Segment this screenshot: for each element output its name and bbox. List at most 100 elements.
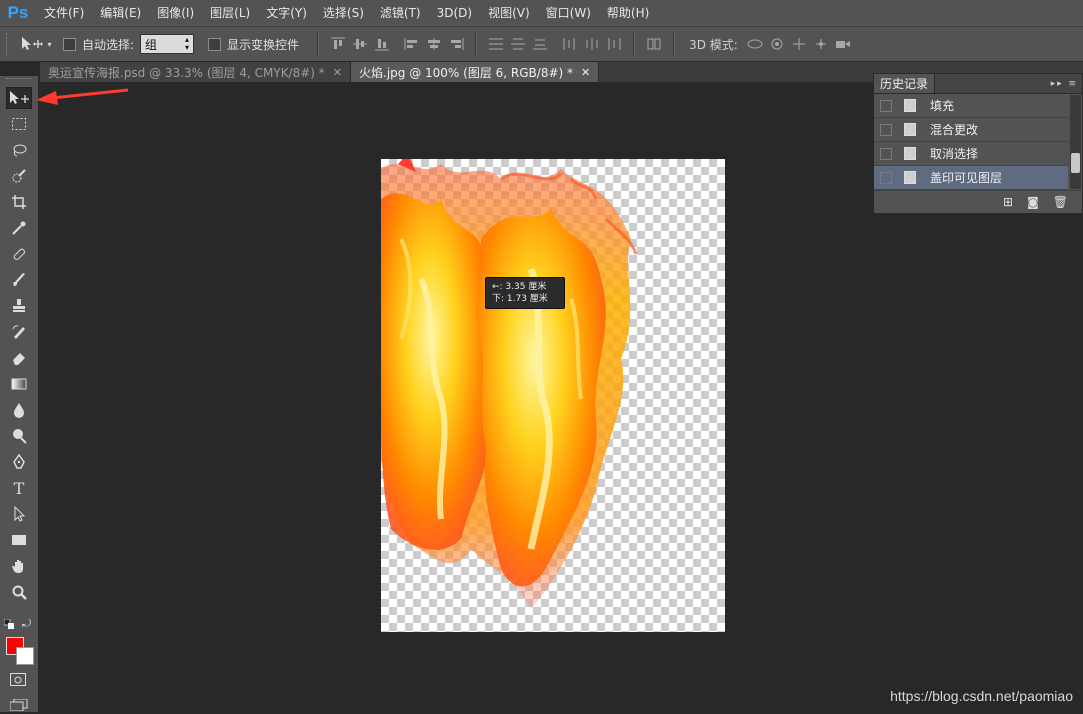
align-left-icon[interactable]	[403, 35, 421, 53]
crop-tool-icon[interactable]	[6, 191, 32, 213]
hand-tool-icon[interactable]	[6, 555, 32, 577]
quick-selection-tool-icon[interactable]	[6, 165, 32, 187]
history-scrollbar[interactable]	[1070, 95, 1081, 189]
type-tool-icon[interactable]: T	[6, 477, 32, 499]
history-item-deselect[interactable]: 取消选择	[874, 142, 1068, 166]
checkbox-box[interactable]	[63, 37, 76, 51]
align-hcenter-icon[interactable]	[425, 35, 443, 53]
menu-select[interactable]: 选择(S)	[315, 0, 372, 26]
close-icon[interactable]: ✕	[581, 66, 590, 79]
snapshot-checkbox[interactable]	[880, 99, 892, 112]
trash-icon[interactable]: 🗑	[1053, 195, 1068, 209]
rectangle-tool-icon[interactable]	[6, 529, 32, 551]
background-color-swatch[interactable]	[16, 647, 34, 665]
eyedropper-tool-icon[interactable]	[6, 217, 32, 239]
snapshot-checkbox[interactable]	[880, 171, 892, 184]
distribute-vcenter-icon[interactable]	[509, 35, 527, 53]
tab-olympic-poster[interactable]: 奥运宣传海报.psd @ 33.3% (图层 4, CMYK/8#) * ✕	[40, 62, 352, 82]
show-transform-checkbox[interactable]: 显示变换控件	[208, 36, 299, 53]
swap-colors-icon[interactable]: ⤾	[22, 617, 31, 631]
pen-tool-icon[interactable]	[6, 451, 32, 473]
history-state-icon	[904, 99, 916, 112]
checkbox-box[interactable]	[208, 37, 222, 51]
distribute-hcenter-icon[interactable]	[583, 35, 601, 53]
hud-horizontal-offset: ←: 3.35 厘米	[492, 282, 547, 292]
move-tool-icon[interactable]	[6, 87, 32, 109]
align-top-icon[interactable]	[329, 35, 347, 53]
history-item-fill[interactable]: 填充	[874, 94, 1068, 118]
separator	[475, 32, 478, 56]
3d-drag-icon[interactable]	[790, 35, 808, 53]
path-selection-tool-icon[interactable]	[6, 503, 32, 525]
auto-select-checkbox[interactable]: 自动选择:	[63, 36, 134, 53]
tab-label: 火焰.jpg @ 100% (图层 6, RGB/8#) *	[359, 65, 574, 80]
document-canvas[interactable]	[381, 159, 725, 632]
distribute-right-icon[interactable]	[605, 35, 623, 53]
history-item-stamp-visible[interactable]: 盖印可见图层	[874, 166, 1068, 190]
collapse-panel-icon[interactable]: ▸▸ ≡	[1051, 79, 1078, 89]
menu-edit[interactable]: 编辑(E)	[92, 0, 149, 26]
snapshot-checkbox[interactable]	[880, 147, 892, 160]
history-item-label: 混合更改	[930, 123, 979, 137]
history-item-label: 取消选择	[930, 147, 979, 161]
eraser-tool-icon[interactable]	[6, 347, 32, 369]
flame-image	[381, 164, 638, 609]
snapshot-checkbox[interactable]	[880, 123, 892, 136]
history-brush-tool-icon[interactable]	[6, 321, 32, 343]
annotation-arrow	[398, 159, 416, 172]
menu-3d[interactable]: 3D(D)	[429, 0, 480, 26]
history-item-label: 盖印可见图层	[930, 171, 1003, 185]
lasso-tool-icon[interactable]	[6, 139, 32, 161]
options-grip	[6, 33, 11, 55]
history-panel-footer: ⊞ ◙ 🗑	[874, 190, 1082, 213]
clone-stamp-tool-icon[interactable]	[6, 295, 32, 317]
blur-tool-icon[interactable]	[6, 399, 32, 421]
scrollbar-thumb[interactable]	[1071, 153, 1080, 173]
new-document-from-state-icon[interactable]: ⊞	[1003, 195, 1013, 209]
menu-image[interactable]: 图像(I)	[149, 0, 202, 26]
quick-mask-icon[interactable]	[10, 673, 26, 686]
3d-roll-icon[interactable]	[768, 35, 786, 53]
distribute-bottom-icon[interactable]	[531, 35, 549, 53]
dodge-tool-icon[interactable]	[6, 425, 32, 447]
gradient-tool-icon[interactable]	[6, 373, 32, 395]
3d-rotate-icon[interactable]	[746, 35, 764, 53]
zoom-tool-icon[interactable]	[6, 581, 32, 603]
menu-file[interactable]: 文件(F)	[36, 0, 92, 26]
close-icon[interactable]: ✕	[333, 66, 342, 79]
menu-view[interactable]: 视图(V)	[480, 0, 538, 26]
marquee-tool-icon[interactable]	[6, 113, 32, 135]
toolbar-grip	[6, 78, 32, 85]
distribute-left-icon[interactable]	[561, 35, 579, 53]
tab-flame[interactable]: 火焰.jpg @ 100% (图层 6, RGB/8#) * ✕	[351, 62, 600, 82]
menu-help[interactable]: 帮助(H)	[599, 0, 657, 26]
distribute-top-icon[interactable]	[487, 35, 505, 53]
dropdown-arrows-icon: ▴ ▾	[185, 35, 190, 52]
menu-type[interactable]: 文字(Y)	[258, 0, 315, 26]
camera-icon[interactable]: ◙	[1027, 195, 1039, 209]
menu-bar: Ps 文件(F) 编辑(E) 图像(I) 图层(L) 文字(Y) 选择(S) 滤…	[0, 0, 1083, 26]
3d-slide-icon[interactable]	[812, 35, 830, 53]
menu-filter[interactable]: 滤镜(T)	[372, 0, 429, 26]
move-tool-preset-icon[interactable]: ▾	[19, 32, 53, 56]
menu-layer[interactable]: 图层(L)	[202, 0, 258, 26]
auto-align-icon[interactable]	[645, 35, 663, 53]
align-bottom-icon[interactable]	[373, 35, 391, 53]
tools-panel: T ⤾	[0, 76, 39, 712]
mode-3d-label: 3D 模式:	[689, 37, 738, 52]
default-colors-icon[interactable]	[3, 618, 14, 629]
hud-vertical-offset: 下: 1.73 厘米	[492, 294, 548, 304]
tab-history[interactable]: 历史记录	[874, 74, 936, 93]
menu-window[interactable]: 窗口(W)	[538, 0, 599, 26]
separator	[317, 32, 320, 56]
align-right-icon[interactable]	[447, 35, 465, 53]
auto-select-dropdown[interactable]: 组 ▴ ▾	[140, 34, 195, 54]
show-transform-label: 显示变换控件	[227, 37, 300, 52]
healing-brush-tool-icon[interactable]	[6, 243, 32, 265]
align-vcenter-icon[interactable]	[351, 35, 369, 53]
history-item-blend-change[interactable]: 混合更改	[874, 118, 1068, 142]
tab-label: 奥运宣传海报.psd @ 33.3% (图层 4, CMYK/8#) *	[48, 65, 325, 80]
3d-scale-icon[interactable]	[834, 35, 852, 53]
history-item-label: 填充	[930, 99, 955, 113]
brush-tool-icon[interactable]	[6, 269, 32, 291]
